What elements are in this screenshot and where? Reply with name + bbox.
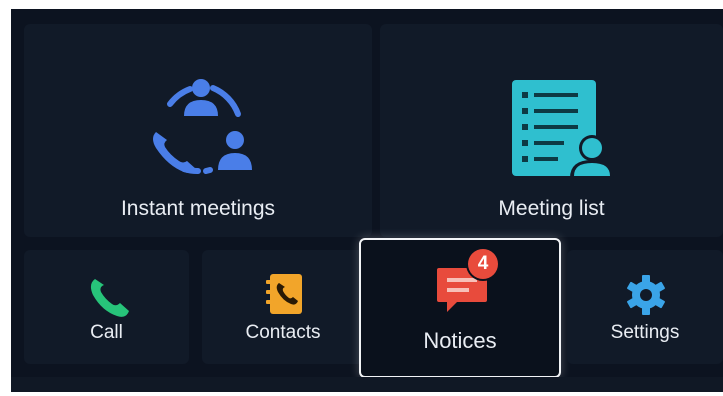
meeting-people-icon: [153, 79, 252, 174]
settings-tile[interactable]: Settings: [567, 250, 723, 364]
call-tile[interactable]: Call: [24, 250, 189, 364]
meeting-list-icon: [512, 80, 614, 178]
notices-count-badge: 4: [468, 249, 498, 279]
meeting-list-label: Meeting list: [498, 197, 605, 220]
notices-label: Notices: [423, 328, 497, 353]
contacts-label: Contacts: [245, 322, 321, 343]
contacts-tile[interactable]: Contacts: [202, 250, 364, 364]
settings-label: Settings: [610, 322, 680, 343]
bottom-strip: [11, 377, 723, 392]
call-label: Call: [90, 322, 123, 343]
instant-meetings-label: Instant meetings: [120, 197, 276, 220]
phone-icon: [90, 279, 129, 317]
gear-icon: [627, 275, 665, 315]
contacts-book-icon: [266, 274, 302, 314]
instant-meetings-tile[interactable]: Instant meetings: [24, 24, 372, 237]
home-screen: Instant meetings Meeting list Call Conta…: [11, 9, 723, 392]
notices-tile[interactable]: 4 Notices: [359, 238, 561, 378]
meeting-list-tile[interactable]: Meeting list: [380, 24, 723, 237]
